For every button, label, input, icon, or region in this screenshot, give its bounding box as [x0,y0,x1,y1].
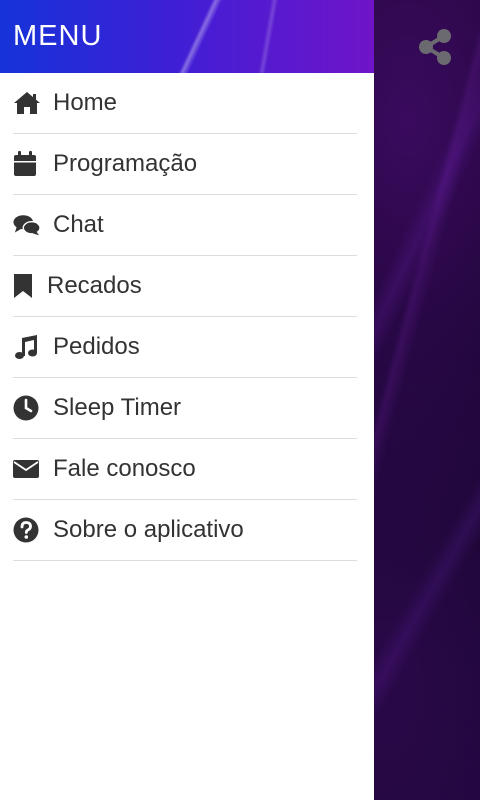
menu-item-label: Fale conosco [53,455,196,482]
menu-item-home[interactable]: Home [13,73,357,134]
share-icon [419,29,451,65]
home-icon [13,89,41,117]
menu-item-programacao[interactable]: Programação [13,134,357,195]
menu-item-label: Sobre o aplicativo [53,516,244,543]
menu-item-fale-conosco[interactable]: Fale conosco [13,439,357,500]
drawer-title: MENU [13,20,103,52]
comments-icon [13,211,41,239]
share-button[interactable] [414,26,456,68]
music-icon [13,333,41,361]
menu-list: Home Programação Chat Recados Pedidos Sl… [0,73,374,561]
navigation-drawer: MENU Home Programação Chat Recados Pedid… [0,0,374,800]
menu-item-label: Recados [47,272,142,299]
menu-item-label: Sleep Timer [53,394,182,421]
question-circle-icon [13,516,41,544]
menu-item-pedidos[interactable]: Pedidos [13,317,357,378]
app-screen: MENU Home Programação Chat Recados Pedid… [0,0,480,800]
drawer-header: MENU [0,0,374,73]
envelope-icon [13,455,41,483]
menu-item-label: Programação [53,150,198,177]
menu-item-label: Home [53,89,118,116]
menu-item-recados[interactable]: Recados [13,256,357,317]
menu-item-sobre-o-aplicativo[interactable]: Sobre o aplicativo [13,500,357,561]
clock-icon [13,394,41,422]
menu-item-label: Chat [53,211,104,238]
bookmark-icon [13,272,35,300]
calendar-icon [13,150,41,178]
menu-item-label: Pedidos [53,333,140,360]
menu-item-chat[interactable]: Chat [13,195,357,256]
menu-item-sleep-timer[interactable]: Sleep Timer [13,378,357,439]
